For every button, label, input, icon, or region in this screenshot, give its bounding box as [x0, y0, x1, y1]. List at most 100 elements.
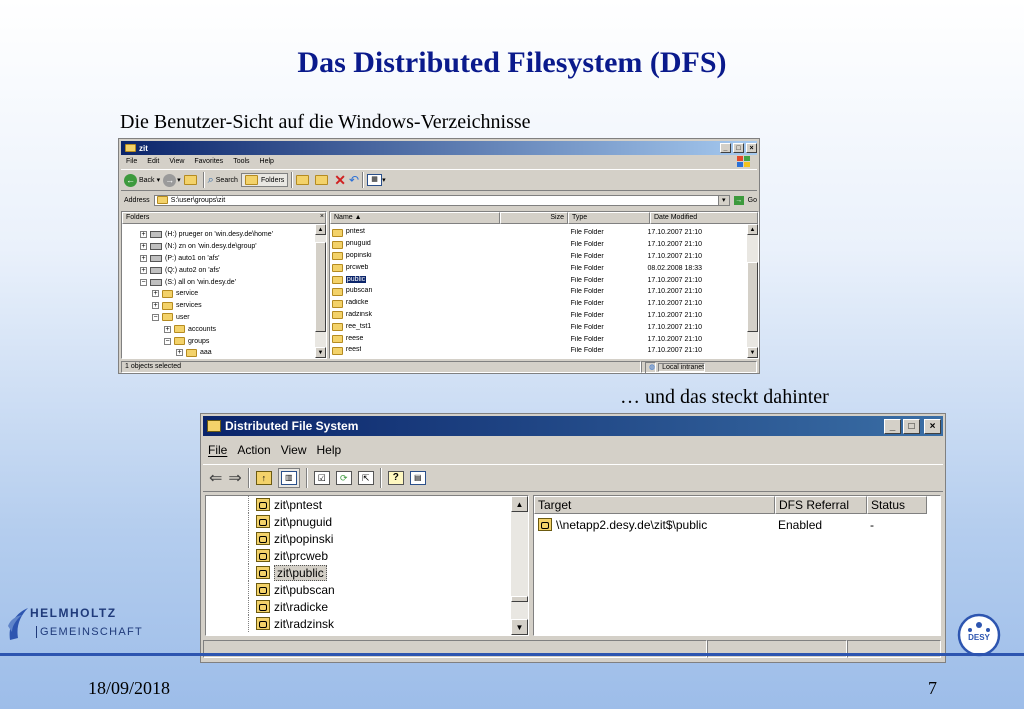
scroll-thumb[interactable]	[315, 242, 326, 332]
file-row[interactable]: radicke File Folder 17.10.2007 21:10	[332, 298, 746, 310]
file-row[interactable]: ree_tst1 File Folder 17.10.2007 21:10	[332, 321, 746, 333]
tree-item[interactable]: + service	[140, 288, 315, 300]
copy-to-button[interactable]	[315, 175, 331, 185]
dfs-link-item[interactable]: zit\prcweb	[248, 547, 508, 564]
delete-button[interactable]: ✕	[334, 172, 346, 189]
minimize-button[interactable]: _	[884, 418, 901, 434]
expand-icon[interactable]: +	[152, 302, 159, 310]
address-dropdown-icon[interactable]: ▾	[717, 195, 729, 205]
close-icon[interactable]: ×	[317, 213, 324, 220]
menu-tools[interactable]: Tools	[228, 158, 254, 165]
expand-icon[interactable]: +	[140, 243, 147, 251]
column-target[interactable]: Target	[534, 496, 775, 514]
column-name[interactable]: Name ▲	[330, 212, 500, 224]
column-status[interactable]: Status	[867, 496, 927, 514]
file-row[interactable]: reest File Folder 17.10.2007 21:10	[332, 345, 746, 357]
dfs-target-row[interactable]: \\netapp2.desy.de\zit$\public Enabled -	[538, 516, 938, 533]
back-button[interactable]: ← Back ▾	[124, 173, 160, 187]
expand-icon[interactable]: +	[176, 349, 183, 357]
file-row[interactable]: radzinsk File Folder 17.10.2007 21:10	[332, 310, 746, 322]
address-input[interactable]: S:\user\groups\zit ▾	[153, 194, 730, 206]
maximize-button[interactable]: □	[733, 143, 744, 153]
menu-file[interactable]: File	[121, 158, 142, 165]
expand-icon[interactable]: +	[152, 290, 159, 298]
properties-button[interactable]: ☑	[313, 471, 330, 485]
dfs-link-item[interactable]: zit\popinski	[248, 530, 508, 547]
menu-action[interactable]: Action	[232, 443, 275, 457]
dfs-link-item[interactable]: zit\pubscan	[248, 581, 508, 598]
file-row[interactable]: pubscan File Folder 17.10.2007 21:10	[332, 286, 746, 298]
up-level-button[interactable]: ↑	[255, 471, 272, 485]
views-button[interactable]: ▦ ▾	[367, 174, 386, 186]
close-button[interactable]: ×	[924, 418, 941, 434]
tree-item[interactable]: + services	[140, 300, 315, 312]
file-row[interactable]: public File Folder 17.10.2007 21:10	[332, 274, 746, 286]
tree-item[interactable]: + (H:) prueger on 'win.desy.de\home'	[140, 229, 315, 241]
go-arrow-icon[interactable]: →	[733, 195, 744, 205]
column-type[interactable]: Type	[568, 212, 650, 224]
folders-scrollbar[interactable]: ▲ ▼	[315, 224, 326, 358]
collapse-icon[interactable]: −	[140, 278, 147, 286]
scroll-up-button[interactable]: ▲	[747, 224, 758, 235]
column-dfs-referral[interactable]: DFS Referral	[775, 496, 867, 514]
file-row[interactable]: popinski File Folder 17.10.2007 21:10	[332, 251, 746, 263]
back-button[interactable]: ⇐	[209, 468, 222, 488]
scroll-down-button[interactable]: ▼	[315, 347, 326, 358]
tree-item[interactable]: − user	[140, 312, 315, 324]
forward-button[interactable]: → ▾	[163, 173, 181, 187]
file-row[interactable]: pntest File Folder 17.10.2007 21:10	[332, 227, 746, 239]
export-list-button[interactable]: ⇱	[357, 471, 374, 485]
menu-edit[interactable]: Edit	[142, 158, 164, 165]
help-button[interactable]: ?	[387, 471, 404, 485]
undo-button[interactable]: ↶	[349, 173, 359, 187]
menu-help[interactable]: Help	[255, 158, 279, 165]
forward-button[interactable]: ⇒	[228, 468, 241, 488]
go-button[interactable]: Go	[748, 197, 757, 204]
tree-item[interactable]: + accounts	[140, 323, 315, 335]
expand-icon[interactable]: +	[140, 231, 147, 239]
scroll-up-button[interactable]: ▲	[315, 224, 326, 235]
tree-item[interactable]: + (P:) auto1 on 'afs'	[140, 253, 315, 265]
dfs-link-item[interactable]: zit\pnuguid	[248, 513, 508, 530]
column-date[interactable]: Date Modified	[650, 212, 758, 224]
dfs-link-item[interactable]: zit\pntest	[248, 496, 508, 513]
show-hide-tree-button[interactable]: ▥	[277, 468, 300, 488]
refresh-button[interactable]: ⟳	[335, 471, 352, 485]
expand-icon[interactable]: +	[140, 254, 147, 262]
minimize-button[interactable]: _	[720, 143, 731, 153]
up-folder-button[interactable]	[183, 175, 200, 185]
menu-view[interactable]: View	[164, 158, 189, 165]
menu-help[interactable]: Help	[312, 443, 347, 457]
file-row[interactable]: pnuguid File Folder 17.10.2007 21:10	[332, 239, 746, 251]
expand-icon[interactable]: +	[164, 325, 171, 333]
scroll-thumb[interactable]	[511, 596, 528, 602]
column-size[interactable]: Size	[500, 212, 568, 224]
folders-button[interactable]: Folders	[240, 173, 289, 187]
dfs-link-item[interactable]: zit\public	[248, 564, 508, 581]
scroll-down-button[interactable]: ▼	[511, 619, 528, 635]
expand-icon[interactable]: +	[140, 266, 147, 274]
tree-item[interactable]: + (N:) zn on 'win.desy.de\group'	[140, 241, 315, 253]
menu-file[interactable]: File	[203, 443, 232, 457]
tree-item[interactable]: − (S:) all on 'win.desy.de'	[140, 276, 315, 288]
dfs-link-item[interactable]: zit\radicke	[248, 598, 508, 615]
file-row[interactable]: prcweb File Folder 08.02.2008 18:33	[332, 262, 746, 274]
collapse-icon[interactable]: −	[164, 337, 171, 345]
description-bar-button[interactable]: ▤	[409, 471, 426, 485]
file-row[interactable]: reese File Folder 17.10.2007 21:10	[332, 333, 746, 345]
scroll-down-button[interactable]: ▼	[747, 347, 758, 358]
move-to-button[interactable]	[296, 175, 312, 185]
file-list-scrollbar[interactable]: ▲ ▼	[747, 224, 758, 358]
scroll-up-button[interactable]: ▲	[511, 496, 528, 512]
scroll-thumb[interactable]	[747, 262, 758, 332]
dfs-link-item[interactable]: zit\radzinsk	[248, 615, 508, 632]
maximize-button[interactable]: □	[903, 418, 920, 434]
close-button[interactable]: ×	[746, 143, 757, 153]
tree-item[interactable]: + aaa	[140, 347, 315, 358]
menu-view[interactable]: View	[276, 443, 312, 457]
search-button[interactable]: ⌕ Search	[208, 174, 238, 187]
menu-favorites[interactable]: Favorites	[189, 158, 228, 165]
dfs-tree-scrollbar[interactable]: ▲ ▼	[511, 496, 528, 635]
collapse-icon[interactable]: −	[152, 313, 159, 321]
tree-item[interactable]: + (Q:) auto2 on 'afs'	[140, 264, 315, 276]
